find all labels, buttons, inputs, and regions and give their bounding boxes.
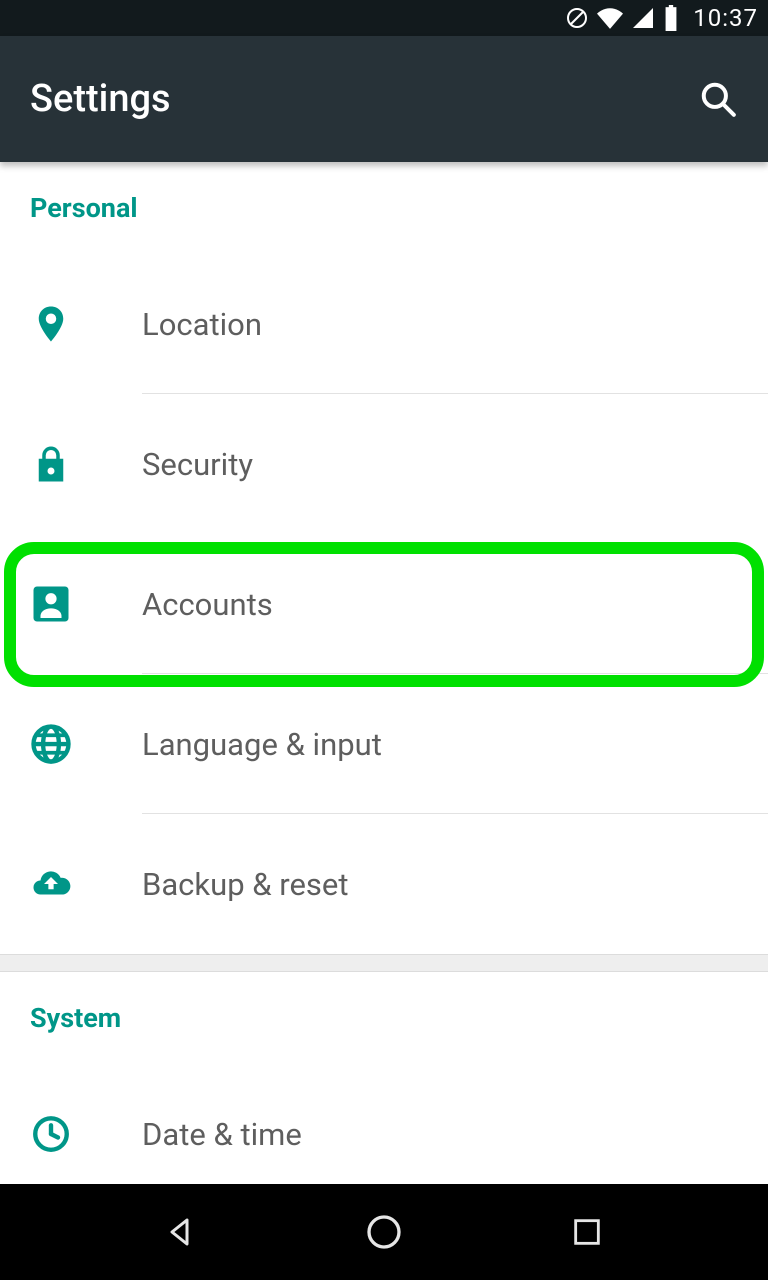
recent-apps-button[interactable] [562,1207,612,1257]
list-item-label: Date & time [142,1116,302,1153]
settings-list[interactable]: Personal Location Security Accounts Lang… [0,162,768,1184]
cloud-upload-icon [30,863,142,905]
list-item-label: Location [142,306,262,343]
home-icon [364,1212,404,1252]
list-item-accounts[interactable]: Accounts [0,534,768,674]
no-sim-icon [565,6,589,30]
page-title: Settings [30,77,171,121]
list-item-label: Security [142,446,253,483]
search-icon [699,80,737,118]
list-item-security[interactable]: Security [0,394,768,534]
list-item-label: Backup & reset [142,866,349,903]
cell-signal-icon [631,6,655,30]
battery-icon [663,5,679,31]
wifi-icon [597,5,623,31]
status-bar: 10:37 [0,0,768,36]
back-icon [163,1214,199,1250]
list-item-date-time[interactable]: Date & time [0,1064,768,1184]
section-header-personal: Personal [0,162,768,234]
section-header-system: System [0,972,768,1044]
status-time: 10:37 [693,4,758,32]
list-item-label: Accounts [142,586,273,623]
person-icon [30,583,142,625]
list-item-label: Language & input [142,726,382,763]
list-item-language-input[interactable]: Language & input [0,674,768,814]
recent-apps-icon [570,1215,604,1249]
list-item-location[interactable]: Location [0,254,768,394]
section-divider [0,954,768,972]
list-item-backup-reset[interactable]: Backup & reset [0,814,768,954]
search-button[interactable] [698,79,738,119]
location-icon [30,303,142,345]
navigation-bar [0,1184,768,1280]
lock-icon [30,443,142,485]
globe-icon [30,723,142,765]
home-button[interactable] [359,1207,409,1257]
app-bar: Settings [0,36,768,162]
back-button[interactable] [156,1207,206,1257]
clock-icon [30,1113,142,1155]
